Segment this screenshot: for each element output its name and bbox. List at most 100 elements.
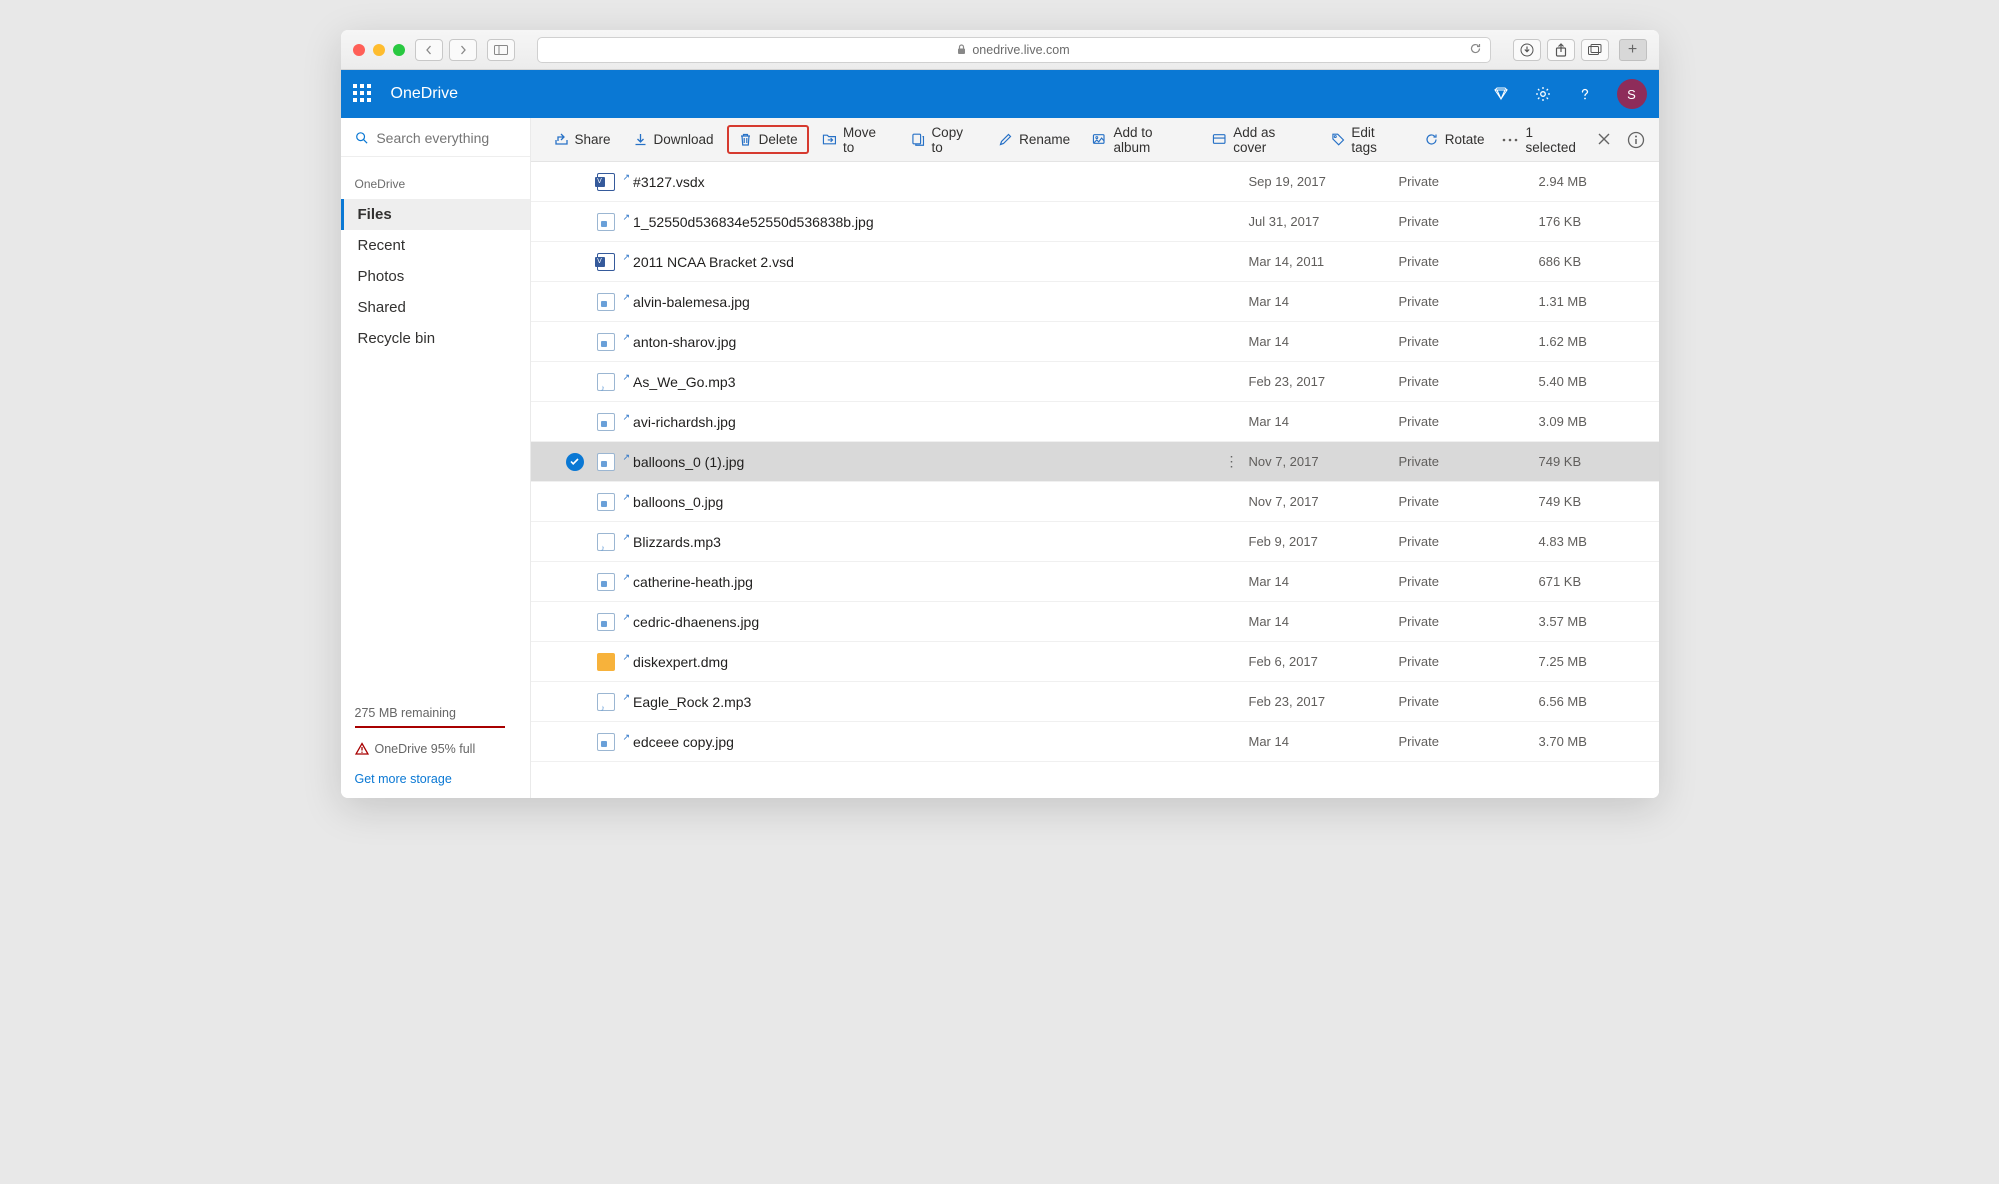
file-name: 1_52550d536834e52550d536838b.jpg	[633, 214, 874, 230]
share-sheet-button[interactable]	[1547, 39, 1575, 61]
main-area: Share Download Delete Move to Copy to	[531, 118, 1659, 798]
sidebar-item-recent[interactable]: Recent	[341, 230, 530, 261]
rename-command[interactable]: Rename	[989, 127, 1079, 152]
file-name: edceee copy.jpg	[633, 734, 734, 750]
shortcut-badge-icon: ↗	[623, 332, 630, 343]
file-size: 671 KB	[1539, 574, 1639, 589]
file-sharing: Private	[1399, 574, 1539, 589]
file-row[interactable]: ↗#3127.vsdx⋮Sep 19, 2017Private2.94 MB	[531, 162, 1659, 202]
downloads-button[interactable]	[1513, 39, 1541, 61]
delete-command[interactable]: Delete	[727, 125, 809, 154]
add-as-cover-command[interactable]: Add as cover	[1203, 120, 1318, 160]
file-row[interactable]: ↗catherine-heath.jpg⋮Mar 14Private671 KB	[531, 562, 1659, 602]
file-sharing: Private	[1399, 214, 1539, 229]
close-window-button[interactable]	[353, 44, 365, 56]
details-pane-button[interactable]	[1627, 131, 1645, 149]
tabs-icon	[1588, 44, 1602, 56]
sidebar-toggle-button[interactable]	[487, 39, 515, 61]
settings-button[interactable]	[1533, 84, 1553, 104]
help-button[interactable]	[1575, 84, 1595, 104]
tabs-button[interactable]	[1581, 39, 1609, 61]
nav-heading: OneDrive	[341, 157, 530, 199]
file-row[interactable]: ↗edceee copy.jpg⋮Mar 14Private3.70 MB	[531, 722, 1659, 762]
sidebar-item-photos[interactable]: Photos	[341, 261, 530, 292]
account-avatar[interactable]: S	[1617, 79, 1647, 109]
reload-button[interactable]	[1469, 42, 1482, 58]
shortcut-badge-icon: ↗	[623, 452, 630, 463]
edit-tags-command[interactable]: Edit tags	[1322, 120, 1411, 160]
app-launcher-button[interactable]	[353, 84, 373, 104]
file-row[interactable]: ↗diskexpert.dmg⋮Feb 6, 2017Private7.25 M…	[531, 642, 1659, 682]
file-type-img-icon	[597, 613, 615, 631]
file-row[interactable]: ↗As_We_Go.mp3⋮Feb 23, 2017Private5.40 MB	[531, 362, 1659, 402]
file-row[interactable]: ↗balloons_0 (1).jpg⋮Nov 7, 2017Private74…	[531, 442, 1659, 482]
address-bar[interactable]: onedrive.live.com	[537, 37, 1491, 63]
file-name: As_We_Go.mp3	[633, 374, 735, 390]
sidebar-item-shared[interactable]: Shared	[341, 292, 530, 323]
shortcut-badge-icon: ↗	[623, 732, 630, 743]
chevron-right-icon	[458, 45, 468, 55]
back-button[interactable]	[415, 39, 443, 61]
folder-move-icon	[822, 132, 837, 147]
get-storage-link[interactable]: Get more storage	[355, 772, 516, 786]
file-type-img-icon	[597, 493, 615, 511]
premium-button[interactable]	[1491, 84, 1511, 104]
file-row[interactable]: ↗cedric-dhaenens.jpg⋮Mar 14Private3.57 M…	[531, 602, 1659, 642]
file-row[interactable]: ↗alvin-balemesa.jpg⋮Mar 14Private1.31 MB	[531, 282, 1659, 322]
add-to-album-command[interactable]: Add to album	[1083, 120, 1199, 160]
avatar-initial: S	[1627, 87, 1636, 102]
file-list[interactable]: ↗#3127.vsdx⋮Sep 19, 2017Private2.94 MB↗1…	[531, 162, 1659, 798]
storage-remaining: 275 MB remaining	[355, 706, 505, 728]
cmd-label: Share	[575, 132, 611, 147]
row-actions-button[interactable]: ⋮	[1215, 453, 1249, 470]
search-icon	[355, 130, 369, 146]
file-size: 176 KB	[1539, 214, 1639, 229]
file-row[interactable]: ↗2011 NCAA Bracket 2.vsd⋮Mar 14, 2011Pri…	[531, 242, 1659, 282]
shortcut-badge-icon: ↗	[623, 612, 630, 623]
shortcut-badge-icon: ↗	[623, 372, 630, 383]
share-command[interactable]: Share	[545, 127, 620, 152]
file-sharing: Private	[1399, 454, 1539, 469]
file-row[interactable]: ↗Eagle_Rock 2.mp3⋮Feb 23, 2017Private6.5…	[531, 682, 1659, 722]
file-date: Feb 23, 2017	[1249, 694, 1399, 709]
rotate-command[interactable]: Rotate	[1415, 127, 1494, 152]
chevron-left-icon	[424, 45, 434, 55]
shortcut-badge-icon: ↗	[623, 492, 630, 503]
move-command[interactable]: Move to	[813, 120, 898, 160]
reload-icon	[1469, 42, 1482, 55]
zoom-window-button[interactable]	[393, 44, 405, 56]
search-box[interactable]	[341, 118, 530, 157]
file-row[interactable]: ↗1_52550d536834e52550d536838b.jpg⋮Jul 31…	[531, 202, 1659, 242]
file-date: Sep 19, 2017	[1249, 174, 1399, 189]
search-input[interactable]	[376, 130, 515, 146]
file-size: 7.25 MB	[1539, 654, 1639, 669]
file-type-img-icon	[597, 453, 615, 471]
overflow-command[interactable]	[1498, 133, 1522, 147]
shortcut-badge-icon: ↗	[623, 172, 630, 183]
rotate-icon	[1424, 132, 1439, 147]
file-row[interactable]: ↗balloons_0.jpg⋮Nov 7, 2017Private749 KB	[531, 482, 1659, 522]
brand-title: OneDrive	[391, 85, 459, 103]
more-icon	[1502, 138, 1518, 142]
file-size: 2.94 MB	[1539, 174, 1639, 189]
sidebar-item-files[interactable]: Files	[341, 199, 530, 230]
file-size: 1.31 MB	[1539, 294, 1639, 309]
download-command[interactable]: Download	[624, 127, 723, 152]
forward-button[interactable]	[449, 39, 477, 61]
shortcut-badge-icon: ↗	[623, 212, 630, 223]
row-check[interactable]	[566, 453, 584, 471]
file-date: Mar 14	[1249, 734, 1399, 749]
file-sharing: Private	[1399, 614, 1539, 629]
file-row[interactable]: ↗anton-sharov.jpg⋮Mar 14Private1.62 MB	[531, 322, 1659, 362]
minimize-window-button[interactable]	[373, 44, 385, 56]
copy-command[interactable]: Copy to	[902, 120, 985, 160]
file-type-vsd-icon	[597, 253, 615, 271]
shortcut-badge-icon: ↗	[623, 572, 630, 583]
sidebar-item-recycle-bin[interactable]: Recycle bin	[341, 323, 530, 354]
new-tab-button[interactable]: +	[1619, 39, 1647, 61]
file-row[interactable]: ↗avi-richardsh.jpg⋮Mar 14Private3.09 MB	[531, 402, 1659, 442]
clear-selection-button[interactable]	[1597, 132, 1612, 148]
file-name: 2011 NCAA Bracket 2.vsd	[633, 254, 794, 270]
file-row[interactable]: ↗Blizzards.mp3⋮Feb 9, 2017Private4.83 MB	[531, 522, 1659, 562]
lock-icon	[957, 44, 966, 55]
